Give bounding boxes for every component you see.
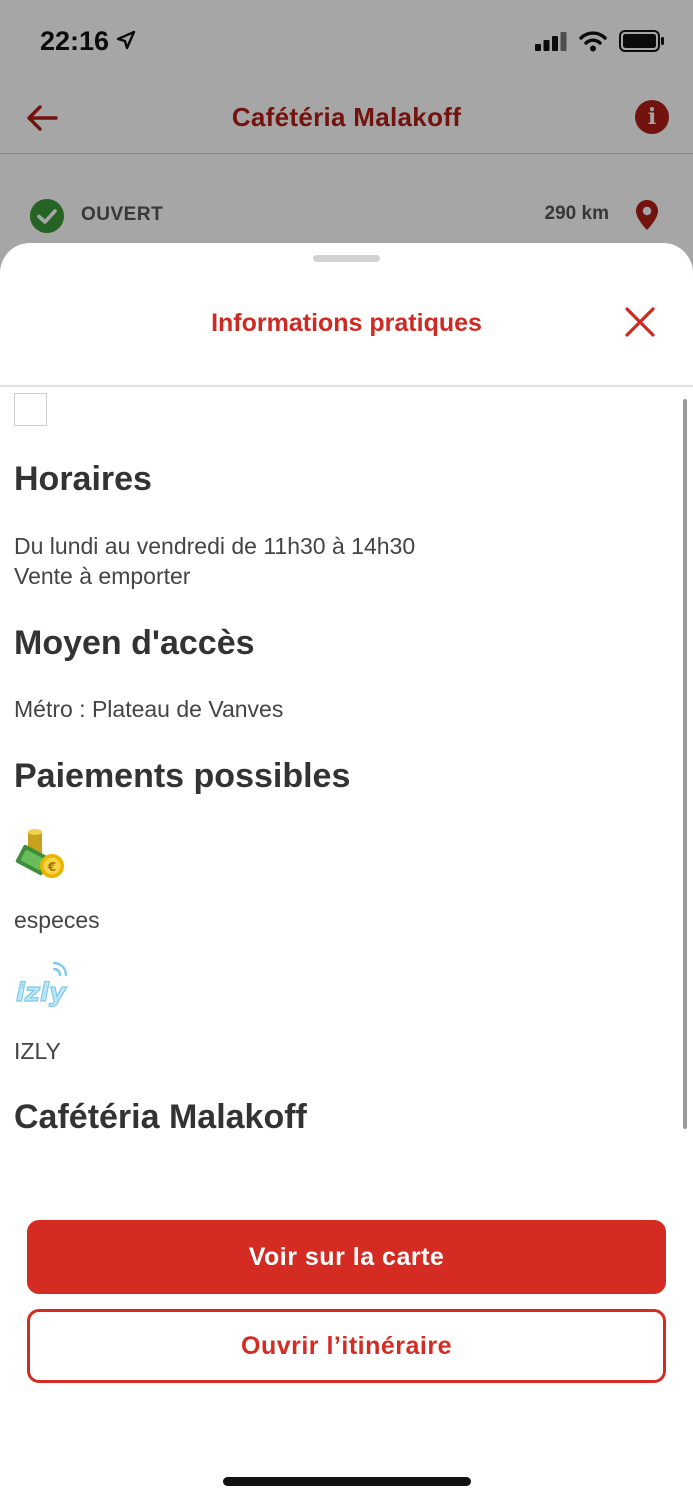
svg-text:€: € bbox=[47, 860, 56, 874]
section-heading-horaires: Horaires bbox=[14, 460, 152, 498]
sheet-drag-handle[interactable] bbox=[313, 255, 380, 262]
payment-label-especes: especes bbox=[14, 907, 100, 933]
scrollbar[interactable] bbox=[683, 399, 687, 1129]
horaires-line-1: Du lundi au vendredi de 11h30 à 14h30 bbox=[14, 533, 416, 559]
svg-text:izly: izly bbox=[16, 978, 67, 1008]
horaires-line-2: Vente à emporter bbox=[14, 563, 191, 589]
horaires-text: Du lundi au vendredi de 11h30 à 14h30 Ve… bbox=[14, 531, 415, 591]
acces-text: Métro : Plateau de Vanves bbox=[14, 696, 284, 722]
izly-logo-icon: izly bbox=[15, 961, 68, 1009]
payment-label-izly: IZLY bbox=[14, 1038, 61, 1064]
close-icon[interactable] bbox=[623, 305, 657, 339]
sheet-title: Informations pratiques bbox=[211, 309, 482, 337]
section-heading-acces: Moyen d'accès bbox=[14, 624, 255, 662]
sheet-scroll-content[interactable]: Horaires Du lundi au vendredi de 11h30 à… bbox=[0, 387, 693, 1317]
image-placeholder bbox=[14, 393, 47, 426]
open-itinerary-button[interactable]: Ouvrir l’itinéraire bbox=[27, 1309, 666, 1383]
practical-info-sheet: Informations pratiques Horaires Du lundi… bbox=[0, 243, 693, 1500]
cash-coins-icon: € bbox=[15, 829, 64, 878]
section-heading-paiements: Paiements possibles bbox=[14, 757, 351, 795]
view-on-map-button[interactable]: Voir sur la carte bbox=[27, 1220, 666, 1294]
restaurant-name-heading: Cafétéria Malakoff bbox=[14, 1098, 307, 1136]
home-indicator bbox=[223, 1477, 471, 1486]
